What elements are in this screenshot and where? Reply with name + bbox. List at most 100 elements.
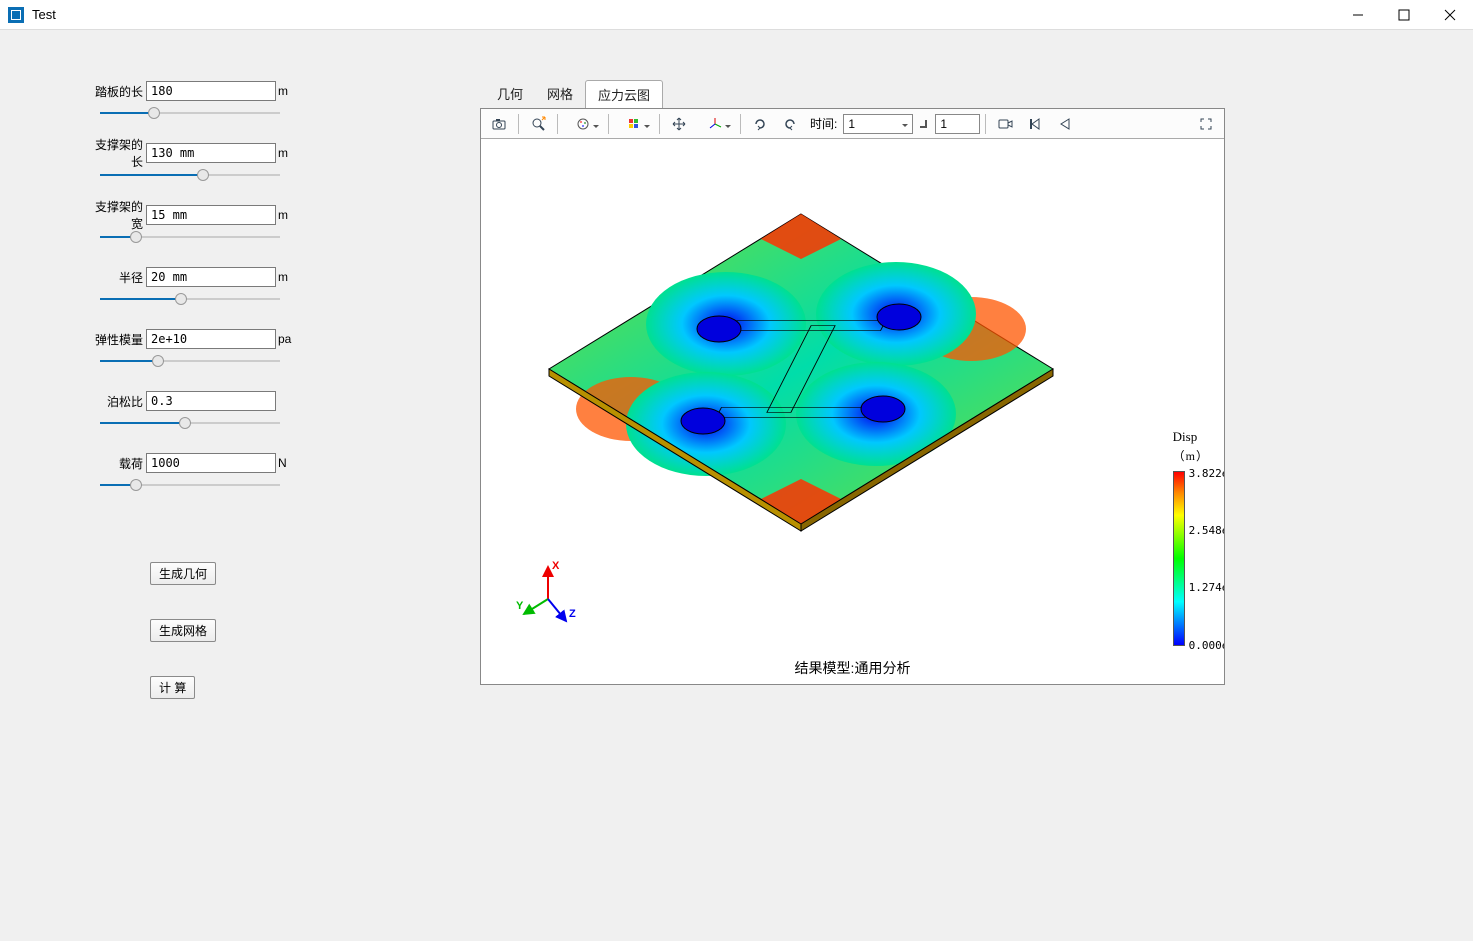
frame-value: 1 [940,117,947,131]
legend-tick: 1.274e-05 [1189,581,1224,594]
viewer: 时间: 1 1 [480,108,1225,685]
svg-text:X: X [552,560,560,572]
fullscreen-icon [1198,116,1214,132]
param-row-radius: 半径 m [90,266,420,288]
elastic-modulus-slider[interactable] [100,354,280,368]
param-label: 踏板的长 [90,83,146,100]
end-icon [919,119,929,129]
param-row-support-width: 支撑架的宽 m [90,204,420,226]
time-combo[interactable]: 1 [843,114,913,134]
param-unit: pa [278,332,291,346]
viewer-tabs: 几何 网格 应力云图 [480,80,1353,108]
compute-button[interactable]: 计 算 [150,676,195,699]
viewer-panel: 几何 网格 应力云图 时间: 1 1 [480,80,1473,941]
view-mode-dropdown[interactable] [563,112,603,136]
legend-tick: 2.548e-05 [1189,524,1224,537]
prev-frame-button[interactable] [1051,112,1079,136]
titlebar: Test [0,0,1473,30]
result-model-plot [541,189,1061,569]
support-length-input[interactable] [146,143,276,163]
legend-gradient-bar [1173,471,1185,646]
param-label: 弹性模量 [90,331,146,348]
first-frame-button[interactable] [1021,112,1049,136]
maximize-icon [1396,7,1412,23]
svg-text:Y: Y [516,600,524,612]
plate-length-slider[interactable] [100,106,280,120]
elastic-modulus-input[interactable] [146,329,276,349]
support-width-slider[interactable] [100,230,280,244]
zoom-fit-icon [530,116,546,132]
plate-length-input[interactable] [146,81,276,101]
legend-title: Disp [1173,429,1209,445]
close-button[interactable] [1427,0,1473,30]
skip-back-icon [1027,116,1043,132]
legend-unit: （m） [1173,447,1209,464]
param-row-support-length: 支撑架的长 m [90,142,420,164]
param-label: 载荷 [90,455,146,472]
param-unit: N [278,456,287,470]
video-icon [997,116,1013,132]
poisson-slider[interactable] [100,416,280,430]
render-style-dropdown[interactable] [614,112,654,136]
param-label: 泊松比 [90,393,146,410]
camera-icon [491,116,507,132]
radius-input[interactable] [146,267,276,287]
close-icon [1442,7,1458,23]
param-label: 支撑架的长 [90,136,146,170]
pan-button[interactable] [665,112,693,136]
axis-icon [707,116,723,132]
poisson-input[interactable] [146,391,276,411]
param-label: 半径 [90,269,146,286]
rotate-cw-icon [752,116,768,132]
radius-slider[interactable] [100,292,280,306]
snapshot-button[interactable] [485,112,513,136]
load-slider[interactable] [100,478,280,492]
param-row-poisson: 泊松比 [90,390,420,412]
zoom-to-fit-button[interactable] [524,112,552,136]
minimize-icon [1350,7,1366,23]
tab-geometry[interactable]: 几何 [485,80,535,108]
legend-tick: 0.000e+00 [1189,639,1224,652]
axis-dropdown[interactable] [695,112,735,136]
generate-mesh-button[interactable]: 生成网格 [150,619,216,642]
param-unit: m [278,208,288,222]
param-row-load: 载荷 N [90,452,420,474]
parameter-panel: 踏板的长 m 支撑架的长 m 支撑架的宽 m 半径 m 弹性模量 [0,80,480,941]
app-icon [8,7,24,23]
frame-spinner[interactable]: 1 [935,114,980,134]
param-unit: m [278,146,288,160]
param-row-plate-length: 踏板的长 m [90,80,420,102]
window-title: Test [32,7,56,22]
color-legend: Disp （m） 3.822e-05 2.548e-05 1.274e-05 0… [1173,429,1209,470]
legend-tick: 3.822e-05 [1189,467,1224,480]
time-end-button[interactable] [915,112,933,136]
time-value: 1 [848,117,855,131]
move-icon [671,116,687,132]
param-label: 支撑架的宽 [90,198,146,232]
fullscreen-button[interactable] [1192,112,1220,136]
canvas-area[interactable]: X Y Z Disp （m） 3.822e-05 2.548e-05 1.274… [481,139,1224,684]
cube-color-icon [626,116,642,132]
param-unit: m [278,270,288,284]
rotate-cw-button[interactable] [746,112,774,136]
record-button[interactable] [991,112,1019,136]
play-back-icon [1057,116,1073,132]
maximize-button[interactable] [1381,0,1427,30]
coordinate-triad: X Y Z [516,559,586,629]
tab-stress-cloud[interactable]: 应力云图 [585,80,663,108]
svg-text:Z: Z [569,608,576,620]
load-input[interactable] [146,453,276,473]
param-row-elastic-modulus: 弹性模量 pa [90,328,420,350]
viewer-toolbar: 时间: 1 1 [481,109,1224,139]
param-unit: m [278,84,288,98]
rotate-ccw-button[interactable] [776,112,804,136]
minimize-button[interactable] [1335,0,1381,30]
rotate-ccw-icon [782,116,798,132]
generate-geometry-button[interactable]: 生成几何 [150,562,216,585]
model-caption: 结果模型:通用分析 [795,658,911,678]
support-width-input[interactable] [146,205,276,225]
palette-icon [575,116,591,132]
support-length-slider[interactable] [100,168,280,182]
tab-mesh[interactable]: 网格 [535,80,585,108]
time-label: 时间: [810,115,837,132]
